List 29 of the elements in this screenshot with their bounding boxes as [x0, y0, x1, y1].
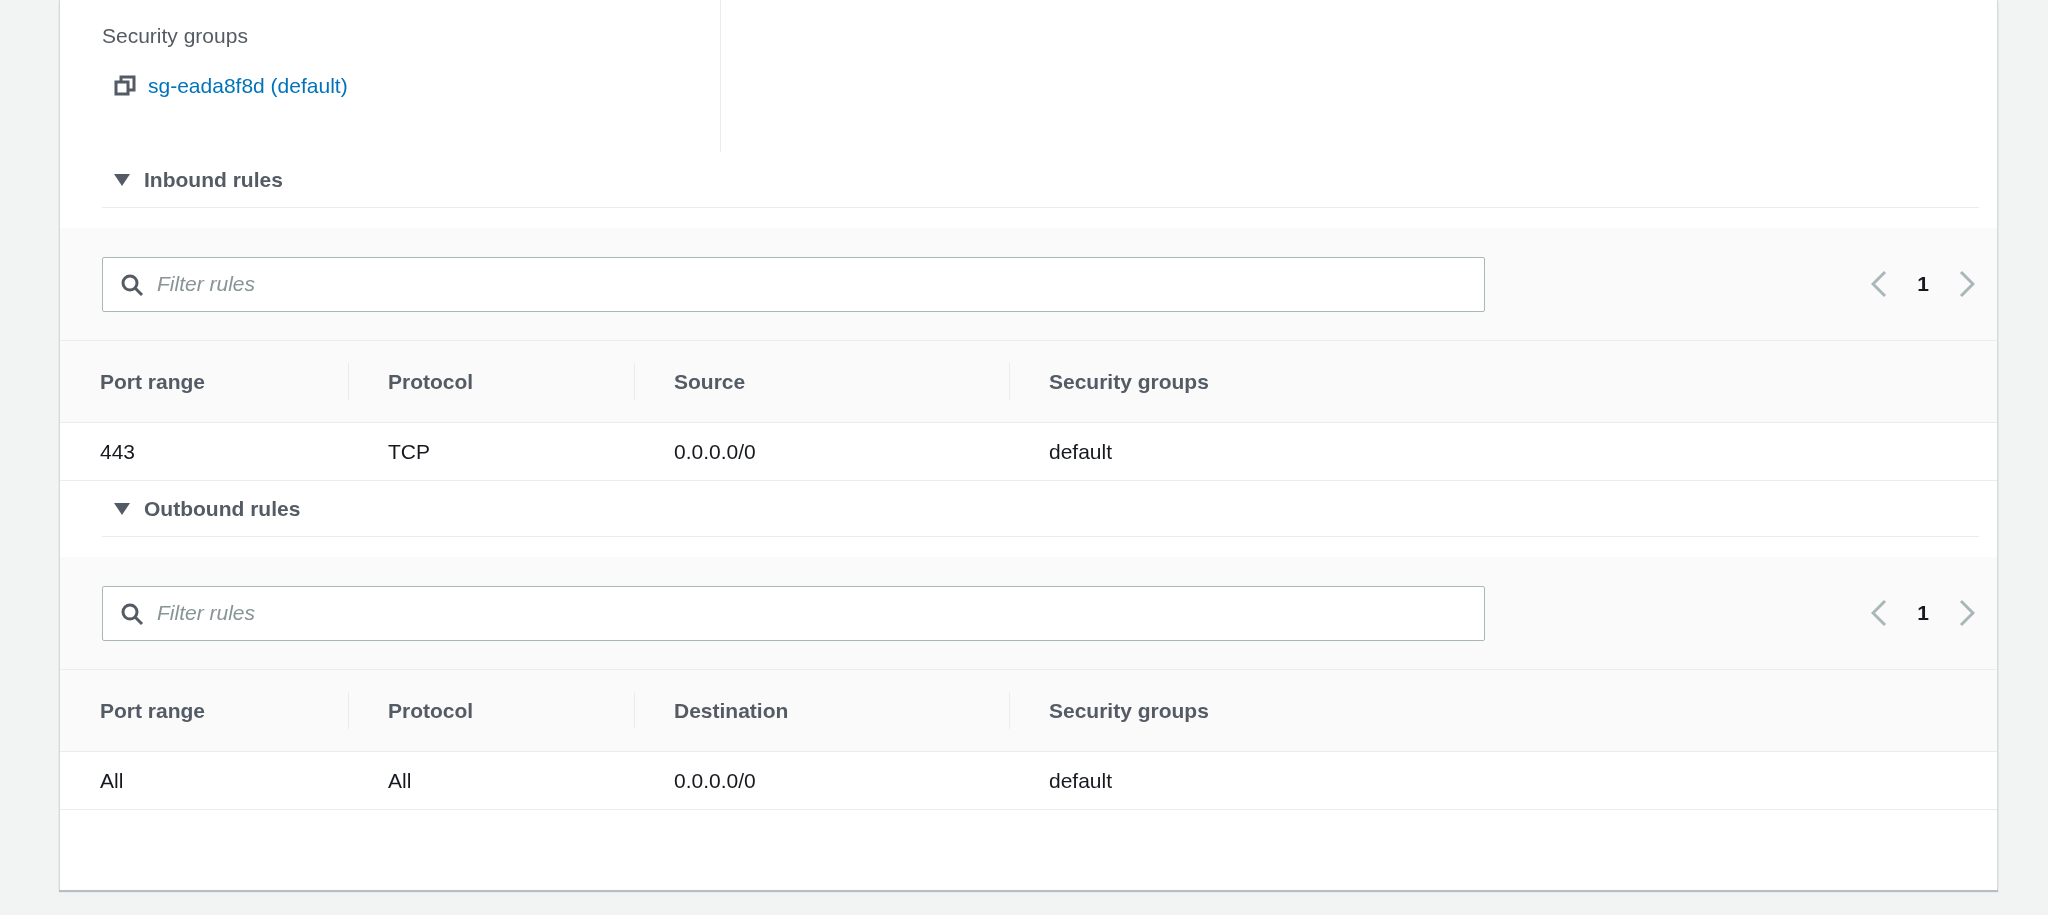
copy-icon[interactable] [114, 75, 136, 97]
search-icon [120, 272, 144, 297]
filter-field[interactable]: Filter rules [102, 256, 1485, 312]
next-page-icon[interactable] [1959, 599, 1975, 627]
next-page-icon[interactable] [1959, 270, 1975, 298]
column-header: Destination [634, 670, 1009, 752]
table-cell: All [60, 752, 348, 810]
previous-page-icon[interactable] [1871, 270, 1888, 298]
column-header: Source [634, 341, 1009, 423]
section-toggle[interactable]: Inbound rules [114, 167, 283, 192]
column-header: Protocol [348, 341, 634, 423]
filter-field[interactable]: Filter rules [102, 585, 1485, 641]
search-icon [120, 601, 144, 626]
previous-page-icon[interactable] [1871, 599, 1888, 627]
table-cell: default [1009, 752, 1997, 810]
column-header: Security groups [1009, 670, 1997, 752]
page-number[interactable]: 1 [1917, 272, 1929, 296]
caret-icon [114, 501, 130, 516]
column-header: Port range [60, 670, 348, 752]
column-header: Protocol [348, 670, 634, 752]
table-cell: 443 [60, 423, 348, 481]
field-label: Security groups [102, 24, 249, 48]
column-header: Security groups [1009, 341, 1997, 423]
table-cell: default [1009, 423, 1997, 481]
section-toggle[interactable]: Outbound rules [114, 496, 301, 521]
caret-icon [114, 172, 130, 187]
security-group-link[interactable]: sg-eada8f8d (default) [148, 74, 348, 98]
page-number[interactable]: 1 [1917, 601, 1929, 625]
column-header: Port range [60, 341, 348, 423]
